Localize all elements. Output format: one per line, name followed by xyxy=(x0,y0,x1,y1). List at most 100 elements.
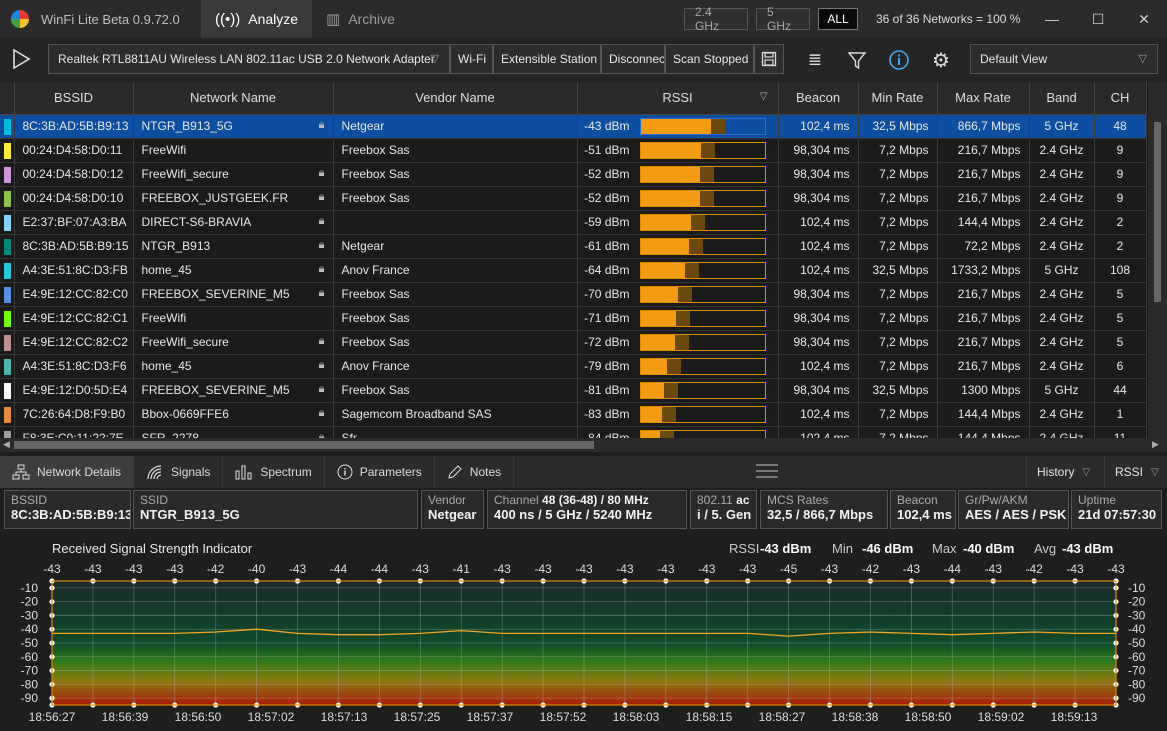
cell-network-name: DIRECT-S6-BRAVIA 🔒︎ xyxy=(133,210,334,235)
title-bar: WinFi Lite Beta 0.9.72.0 ((•)) Analyze ▥… xyxy=(0,0,1167,38)
lock-icon: 🔒︎ xyxy=(318,119,325,131)
col-rssi[interactable]: RSSI ▽ xyxy=(577,82,779,115)
scroll-right-icon[interactable]: ▶ xyxy=(1152,439,1159,450)
cell-vendor: Freebox Sas xyxy=(333,282,578,307)
table-row[interactable]: 00:24:D4:58:D0:12 FreeWifi_secure 🔒︎ Freebo… xyxy=(0,162,1147,187)
rssi-bar-peak xyxy=(711,118,726,134)
sort-desc-icon: ▽ xyxy=(759,91,768,102)
cell-min-rate: 7,2 Mbps xyxy=(858,306,938,331)
wifi-icon: ((•)) xyxy=(215,10,241,28)
rssi-bar-peak xyxy=(688,238,703,254)
table-row[interactable]: F8:3E:C0:11:22:7E SFR_2278 🔒︎ Sfr -84 dBm 102… xyxy=(0,426,1147,438)
start-scan-button[interactable] xyxy=(10,48,34,72)
scroll-left-icon[interactable]: ◀ xyxy=(3,439,10,450)
detail-channel-sub: 400 ns / 5 GHz / 5240 MHz xyxy=(494,507,653,522)
cell-max-rate: 144,4 Mbps xyxy=(937,210,1030,235)
tab-parameters-label: Parameters xyxy=(359,465,422,479)
col-color xyxy=(0,82,15,115)
rssi-bar-fill xyxy=(640,358,667,374)
metric-select[interactable]: RSSI ▽ xyxy=(1104,456,1167,488)
vertical-scroll-thumb[interactable] xyxy=(1154,122,1161,302)
table-row[interactable]: A4:3E:51:8C:D3:F6 home_45 🔒︎ Anov France -79… xyxy=(0,354,1147,379)
table-row[interactable]: 00:24:D4:58:D0:11 FreeWifi Freebox Sas -51 … xyxy=(0,138,1147,163)
rssi-bar xyxy=(639,333,766,351)
minimize-button[interactable]: — xyxy=(1029,0,1075,38)
table-row[interactable]: E4:9E:12:D0:5D:E4 FREEBOX_SEVERINE_M5 🔒︎ Fr… xyxy=(0,378,1147,403)
horizontal-scrollbar[interactable]: ◀ ▶ xyxy=(0,438,1167,452)
tab-notes[interactable]: Notes xyxy=(435,456,515,488)
maximize-button[interactable]: ☐ xyxy=(1075,0,1121,38)
settings-button[interactable]: ⚙ xyxy=(930,49,952,72)
table-row[interactable]: A4:3E:51:8C:D3:FB home_45 🔒︎ Anov France -64… xyxy=(0,258,1147,283)
rssi-bar-peak xyxy=(675,334,690,350)
tab-spectrum[interactable]: Spectrum xyxy=(223,456,325,488)
table-header: BSSID Network Name Vendor Name RSSI ▽ Bea… xyxy=(0,82,1147,115)
rssi-bar-fill xyxy=(640,382,665,398)
cell-band: 5 GHz xyxy=(1029,114,1095,139)
tab-network-details[interactable]: Network Details xyxy=(0,456,135,488)
col-max-rate[interactable]: Max Rate xyxy=(937,82,1030,115)
table-row[interactable]: E2:37:BF:07:A3:BA DIRECT-S6-BRAVIA 🔒︎ -59 d… xyxy=(0,210,1147,235)
network-icon xyxy=(12,464,30,480)
rssi-text: -79 dBm xyxy=(584,359,630,373)
network-name-text: home_45 xyxy=(141,359,192,373)
col-beacon[interactable]: Beacon xyxy=(778,82,859,115)
cell-max-rate: 144,4 Mbps xyxy=(937,426,1030,438)
view-select[interactable]: Default View ▽ xyxy=(970,44,1158,74)
vertical-scrollbar[interactable] xyxy=(1148,82,1167,438)
top-value-label: -42 xyxy=(862,562,880,576)
filter-all-button[interactable]: ALL xyxy=(818,8,858,30)
splitter-grip-icon[interactable] xyxy=(756,464,778,478)
detail-security-label: Gr/Pw/AKM xyxy=(965,493,1028,507)
cell-band: 5 GHz xyxy=(1029,378,1095,403)
table-row[interactable]: 8C:3B:AD:5B:B9:15 NTGR_B913 🔒︎ Netgear -61 d… xyxy=(0,234,1147,259)
table-row[interactable]: E4:9E:12:CC:82:C2 FreeWifi_secure 🔒︎ Freebo… xyxy=(0,330,1147,355)
detail-beacon-value: 102,4 ms xyxy=(897,507,952,522)
cell-bssid: E4:9E:12:CC:82:C2 xyxy=(14,330,134,355)
col-channel[interactable]: CH xyxy=(1094,82,1147,115)
history-select[interactable]: History ▽ xyxy=(1026,456,1104,488)
lock-icon: 🔒︎ xyxy=(318,167,325,179)
toolbar: Realtek RTL8811AU Wireless LAN 802.11ac … xyxy=(0,38,1167,82)
columns-button[interactable]: ≣ xyxy=(804,49,826,71)
chevron-down-icon: ▽ xyxy=(1138,53,1147,65)
cell-band: 2.4 GHz xyxy=(1029,330,1095,355)
cell-vendor: Freebox Sas xyxy=(333,138,578,163)
tab-analyze[interactable]: ((•)) Analyze xyxy=(201,0,313,38)
col-band[interactable]: Band xyxy=(1029,82,1095,115)
cell-channel: 11 xyxy=(1094,426,1147,438)
cell-bssid: E4:9E:12:CC:82:C1 xyxy=(14,306,134,331)
col-vendor-name[interactable]: Vendor Name xyxy=(333,82,578,115)
cell-band: 2.4 GHz xyxy=(1029,306,1095,331)
play-icon xyxy=(13,48,31,70)
filter-button[interactable] xyxy=(846,49,868,71)
close-button[interactable]: ✕ xyxy=(1121,0,1167,38)
tab-notes-label: Notes xyxy=(469,465,502,479)
table-row[interactable]: E4:9E:12:CC:82:C0 FREEBOX_SEVERINE_M5 🔒︎ Fr… xyxy=(0,282,1147,307)
info-button[interactable] xyxy=(888,49,910,71)
tab-signals[interactable]: Signals xyxy=(134,456,224,488)
filter-2-4ghz-button[interactable]: 2.4 GHz xyxy=(684,5,748,33)
col-min-rate[interactable]: Min Rate xyxy=(858,82,938,115)
row-color-swatch xyxy=(4,310,11,327)
filter-5ghz-button[interactable]: 5 GHz xyxy=(756,5,810,33)
y-tick-label-left: -10 xyxy=(21,581,39,595)
connection-state: Disconnected xyxy=(601,44,665,74)
save-button[interactable] xyxy=(754,44,784,74)
tab-archive[interactable]: ▥ Archive xyxy=(312,0,409,38)
col-network-name[interactable]: Network Name xyxy=(133,82,334,115)
lock-icon: 🔒︎ xyxy=(318,263,325,275)
table-row[interactable]: E4:9E:12:CC:82:C1 FreeWifi Freebox Sas -71 … xyxy=(0,306,1147,331)
horizontal-scroll-thumb[interactable] xyxy=(14,441,594,449)
tab-parameters[interactable]: Parameters xyxy=(325,456,435,488)
col-bssid[interactable]: BSSID xyxy=(14,82,134,115)
y-tick-label-left: -20 xyxy=(21,595,39,609)
table-row[interactable]: 00:24:D4:58:D0:10 FREEBOX_JUSTGEEK.FR 🔒︎ Fr… xyxy=(0,186,1147,211)
adapter-select[interactable]: Realtek RTL8811AU Wireless LAN 802.11ac … xyxy=(48,44,450,74)
rssi-bar-fill xyxy=(640,286,678,302)
detail-ssid-label: SSID xyxy=(140,493,169,507)
table-row[interactable]: 7C:26:64:D8:F9:B0 Bbox-0669FFE6 🔒︎ Sagemcom… xyxy=(0,402,1147,427)
cell-network-name: NTGR_B913_5G 🔒︎ xyxy=(133,114,334,139)
x-tick-label: 18:59:13 xyxy=(1051,710,1098,724)
table-row[interactable]: 8C:3B:AD:5B:B9:13 NTGR_B913_5G 🔒︎ Netgear -4… xyxy=(0,114,1147,139)
